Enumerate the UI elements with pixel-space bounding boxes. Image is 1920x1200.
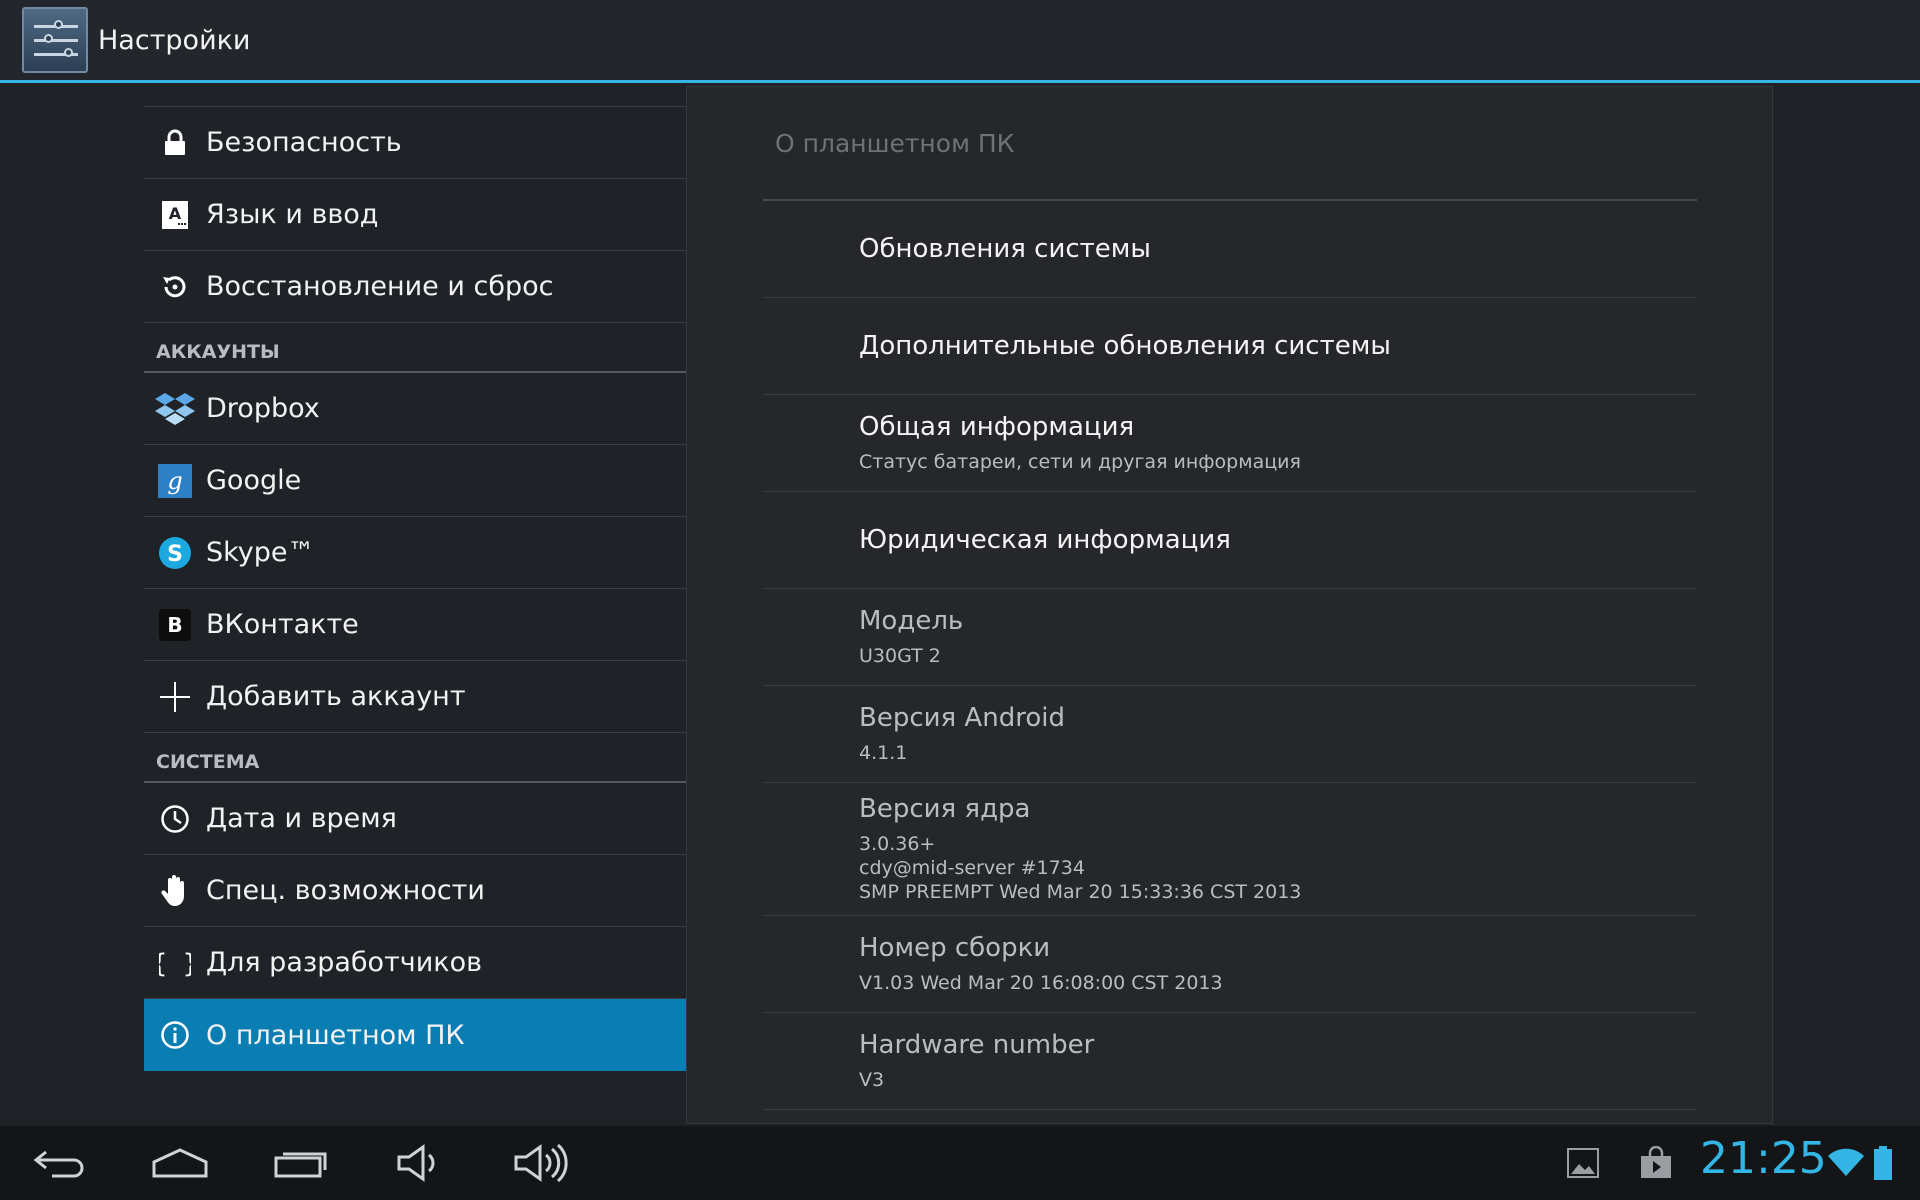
- braces-icon: { }: [144, 927, 206, 999]
- nav-item-google[interactable]: g Google: [144, 445, 688, 517]
- vk-icon: B: [144, 589, 206, 661]
- action-bar-divider: [0, 80, 1920, 83]
- battery-icon: [1870, 1140, 1896, 1186]
- pref-title: Модель: [859, 606, 964, 636]
- kernel-line: cdy@mid-server #1734: [859, 857, 1085, 879]
- pref-build-number[interactable]: Номер сборки V1.03 Wed Mar 20 16:08:00 C…: [763, 916, 1697, 1013]
- section-header-accounts: АККАУНТЫ: [144, 323, 688, 373]
- app-title: Настройки: [98, 24, 251, 56]
- pref-system-updates[interactable]: Обновления системы: [763, 201, 1697, 298]
- back-icon[interactable]: [10, 1126, 110, 1200]
- home-icon[interactable]: [130, 1126, 230, 1200]
- volume-down-icon[interactable]: [370, 1126, 470, 1200]
- pref-title: Общая информация: [859, 412, 1135, 442]
- nav-item-language[interactable]: A Язык и ввод: [144, 179, 688, 251]
- pref-additional-updates[interactable]: Дополнительные обновления системы: [763, 298, 1697, 395]
- pref-model: Модель U30GT 2: [763, 589, 1697, 686]
- nav-item-developer[interactable]: { } Для разработчиков: [144, 927, 688, 999]
- pref-hardware-number: Hardware number V3: [763, 1013, 1697, 1110]
- google-icon: g: [144, 445, 206, 517]
- nav-item-label: Dropbox: [206, 393, 320, 424]
- detail-panel-title: О планшетном ПК: [775, 129, 1015, 158]
- system-bar: [0, 1126, 1920, 1200]
- nav-item-label: Спец. возможности: [206, 875, 485, 906]
- pref-title: Версия Android: [859, 703, 1065, 733]
- nav-item-label: Дата и время: [206, 803, 397, 834]
- clock-icon: [144, 783, 206, 855]
- nav-item-label: ВКонтакте: [206, 609, 359, 640]
- keyboard-language-icon: A: [144, 179, 206, 251]
- pref-title: Версия ядра: [859, 794, 1031, 824]
- detail-list: Обновления системы Дополнительные обновл…: [763, 201, 1697, 1110]
- info-icon: [144, 999, 206, 1071]
- settings-nav-list: Безопасность A Язык и ввод Восстановлени…: [144, 106, 688, 1071]
- add-icon: [144, 661, 206, 733]
- kernel-line: 3.0.36+: [859, 833, 936, 855]
- pref-title: Hardware number: [859, 1030, 1095, 1060]
- pref-title: Обновления системы: [859, 234, 1151, 264]
- svg-text:g: g: [167, 467, 182, 495]
- nav-item-accessibility[interactable]: Спец. возможности: [144, 855, 688, 927]
- store-notification-icon[interactable]: [1638, 1140, 1674, 1186]
- svg-text:A: A: [169, 204, 182, 223]
- detail-panel: О планшетном ПК Обновления системы Допол…: [686, 86, 1773, 1124]
- pref-summary: V1.03 Wed Mar 20 16:08:00 CST 2013: [859, 972, 1223, 994]
- svg-text:B: B: [167, 613, 182, 637]
- pref-summary: U30GT 2: [859, 645, 941, 667]
- pref-title: Номер сборки: [859, 933, 1051, 963]
- nav-item-add-account[interactable]: Добавить аккаунт: [144, 661, 688, 733]
- nav-item-skype[interactable]: S Skype™: [144, 517, 688, 589]
- skype-icon: S: [144, 517, 206, 589]
- action-bar: Настройки: [0, 0, 1920, 80]
- nav-item-label: Восстановление и сброс: [206, 271, 554, 302]
- kernel-line: SMP PREEMPT Wed Mar 20 15:33:36 CST 2013: [859, 881, 1302, 903]
- settings-app-icon[interactable]: [22, 7, 88, 73]
- pref-summary: 3.0.36+ cdy@mid-server #1734 SMP PREEMPT…: [859, 832, 1697, 904]
- nav-item-label: Skype™: [206, 537, 315, 568]
- nav-item-label: О планшетном ПК: [206, 1019, 465, 1051]
- gallery-notification-icon[interactable]: [1566, 1140, 1600, 1186]
- nav-item-vk[interactable]: B ВКонтакте: [144, 589, 688, 661]
- nav-item-label: Для разработчиков: [206, 947, 483, 978]
- nav-item-backup-reset[interactable]: Восстановление и сброс: [144, 251, 688, 323]
- pref-kernel-version: Версия ядра 3.0.36+ cdy@mid-server #1734…: [763, 783, 1697, 916]
- nav-item-label: Google: [206, 465, 302, 496]
- nav-item-label: Язык и ввод: [206, 199, 379, 230]
- lock-icon: [144, 107, 206, 179]
- pref-status[interactable]: Общая информация Статус батареи, сети и …: [763, 395, 1697, 492]
- pref-summary: Статус батареи, сети и другая информация: [859, 451, 1301, 473]
- section-header-system: СИСТЕМА: [144, 733, 688, 783]
- svg-text:{ }: { }: [159, 949, 191, 978]
- status-clock[interactable]: 21:25: [1700, 1133, 1827, 1184]
- nav-item-label: Безопасность: [206, 127, 402, 158]
- wifi-icon: [1826, 1140, 1866, 1186]
- pref-legal-info[interactable]: Юридическая информация: [763, 492, 1697, 589]
- pref-android-version[interactable]: Версия Android 4.1.1: [763, 686, 1697, 783]
- restore-icon: [144, 251, 206, 323]
- pref-title: Дополнительные обновления системы: [859, 331, 1391, 361]
- nav-item-label: Добавить аккаунт: [206, 681, 466, 712]
- hand-icon: [144, 855, 206, 927]
- svg-text:S: S: [167, 542, 183, 567]
- nav-item-date-time[interactable]: Дата и время: [144, 783, 688, 855]
- volume-up-icon[interactable]: [490, 1126, 590, 1200]
- pref-summary: 4.1.1: [859, 742, 908, 764]
- recent-apps-icon[interactable]: [252, 1126, 352, 1200]
- pref-summary: V3: [859, 1069, 885, 1091]
- nav-item-dropbox[interactable]: Dropbox: [144, 373, 688, 445]
- pref-title: Юридическая информация: [859, 525, 1231, 555]
- dropbox-icon: [144, 373, 206, 445]
- nav-item-about-tablet[interactable]: О планшетном ПК: [144, 999, 688, 1071]
- nav-item-security[interactable]: Безопасность: [144, 107, 688, 179]
